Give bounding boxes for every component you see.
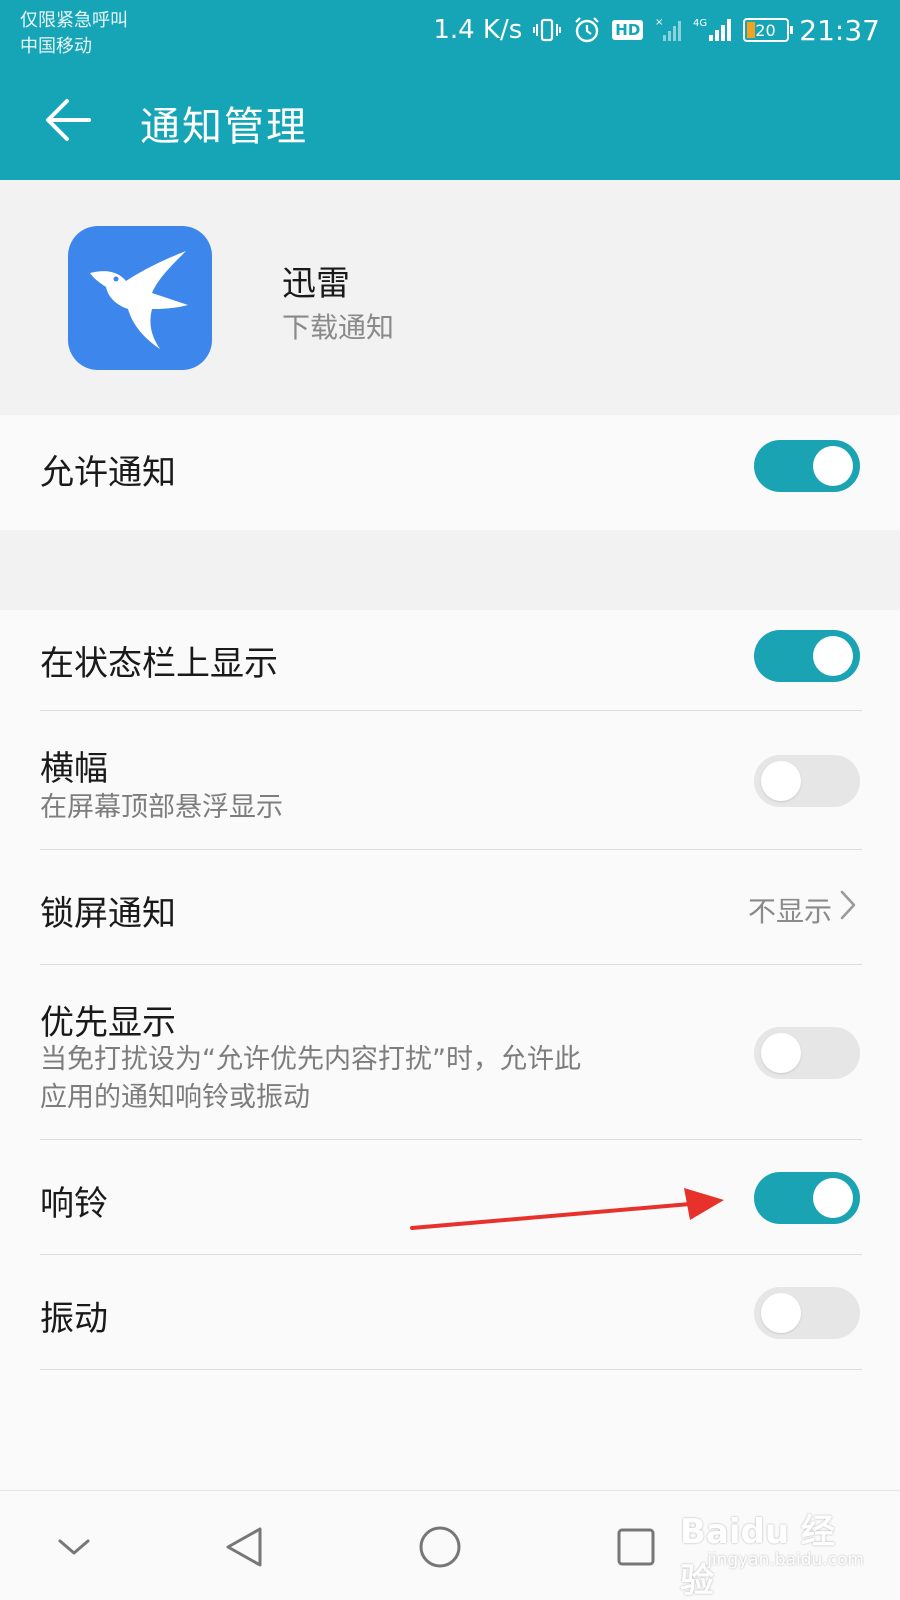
statusbar-display-label: 在状态栏上显示 [40, 644, 278, 684]
chevron-right-icon [836, 888, 860, 922]
app-bar: 通知管理 [0, 60, 900, 180]
app-info-section: 迅雷 下载通知 [0, 180, 900, 415]
svg-text:×: × [655, 17, 663, 28]
battery-level: 20 [755, 20, 776, 40]
ring-label: 响铃 [40, 1184, 108, 1224]
signal-weak-icon: × [653, 15, 683, 45]
divider [40, 1369, 862, 1370]
circle-home-icon [419, 1526, 461, 1568]
hummingbird-app-icon [68, 226, 212, 370]
status-icons: 1.4 K/s HD × 4G 20 21:37 [433, 12, 880, 48]
page-title: 通知管理 [140, 104, 308, 150]
vibrate-icon [532, 15, 562, 45]
banner-label: 横幅 [40, 749, 108, 789]
nav-back-button[interactable] [216, 1519, 272, 1575]
priority-row[interactable]: 优先显示 当免打扰设为“允许优先内容打扰”时，允许此 应用的通知响铃或振动 [40, 965, 860, 1139]
priority-label: 优先显示 [40, 1003, 176, 1043]
statusbar-display-toggle[interactable] [754, 630, 860, 682]
watermark-url: jingyan.baidu.com [707, 1550, 864, 1570]
allow-notifications-card: 允许通知 [0, 415, 900, 530]
hd-icon: HD [612, 20, 644, 40]
collapse-button[interactable] [46, 1519, 102, 1575]
lockscreen-row[interactable]: 锁屏通知 不显示 [40, 850, 860, 964]
priority-description-line1: 当免打扰设为“允许优先内容打扰”时，允许此 [40, 1044, 581, 1075]
network-speed: 1.4 K/s [433, 15, 523, 45]
vibrate-row[interactable]: 振动 [40, 1255, 860, 1369]
vibrate-toggle[interactable] [754, 1287, 860, 1339]
back-arrow-icon [46, 99, 91, 141]
allow-notifications-row[interactable]: 允许通知 [40, 415, 860, 530]
app-name: 迅雷 [282, 264, 350, 304]
ring-toggle[interactable] [754, 1172, 860, 1224]
priority-toggle[interactable] [754, 1027, 860, 1079]
clock: 21:37 [799, 13, 880, 47]
carrier-name: 中国移动 [20, 36, 92, 57]
status-bar: 仅限紧急呼叫 中国移动 1.4 K/s HD × 4G 20 21:37 [0, 0, 900, 60]
ring-row[interactable]: 响铃 [40, 1140, 860, 1254]
vibrate-label: 振动 [40, 1299, 108, 1339]
banner-row[interactable]: 横幅 在屏幕顶部悬浮显示 [40, 711, 860, 849]
carrier-emergency-text: 仅限紧急呼叫 [20, 10, 128, 31]
priority-description-line2: 应用的通知响铃或振动 [40, 1082, 310, 1113]
alarm-icon [572, 15, 602, 45]
notification-options-card: 在状态栏上显示 横幅 在屏幕顶部悬浮显示 锁屏通知 不显示 优先显示 当免打扰设… [0, 610, 900, 1490]
lockscreen-label: 锁屏通知 [40, 894, 176, 934]
allow-notifications-toggle[interactable] [754, 440, 860, 492]
nav-recents-button[interactable] [608, 1519, 664, 1575]
battery-icon: 20 [743, 18, 794, 42]
baidu-watermark: Baidu 经验 jingyan.baidu.com [680, 1498, 880, 1600]
triangle-back-icon [226, 1527, 262, 1567]
banner-toggle[interactable] [754, 755, 860, 807]
app-notification-type: 下载通知 [282, 311, 395, 344]
signal-4g-icon: 4G [693, 15, 733, 45]
back-button[interactable] [36, 88, 100, 152]
nav-home-button[interactable] [412, 1519, 468, 1575]
banner-description: 在屏幕顶部悬浮显示 [40, 792, 283, 823]
statusbar-display-row[interactable]: 在状态栏上显示 [40, 610, 860, 710]
lockscreen-value: 不显示 [747, 895, 832, 928]
square-recents-icon [617, 1528, 655, 1566]
allow-notifications-label: 允许通知 [40, 453, 176, 493]
network-type-label: 4G [693, 18, 707, 29]
chevron-down-icon [58, 1539, 90, 1555]
